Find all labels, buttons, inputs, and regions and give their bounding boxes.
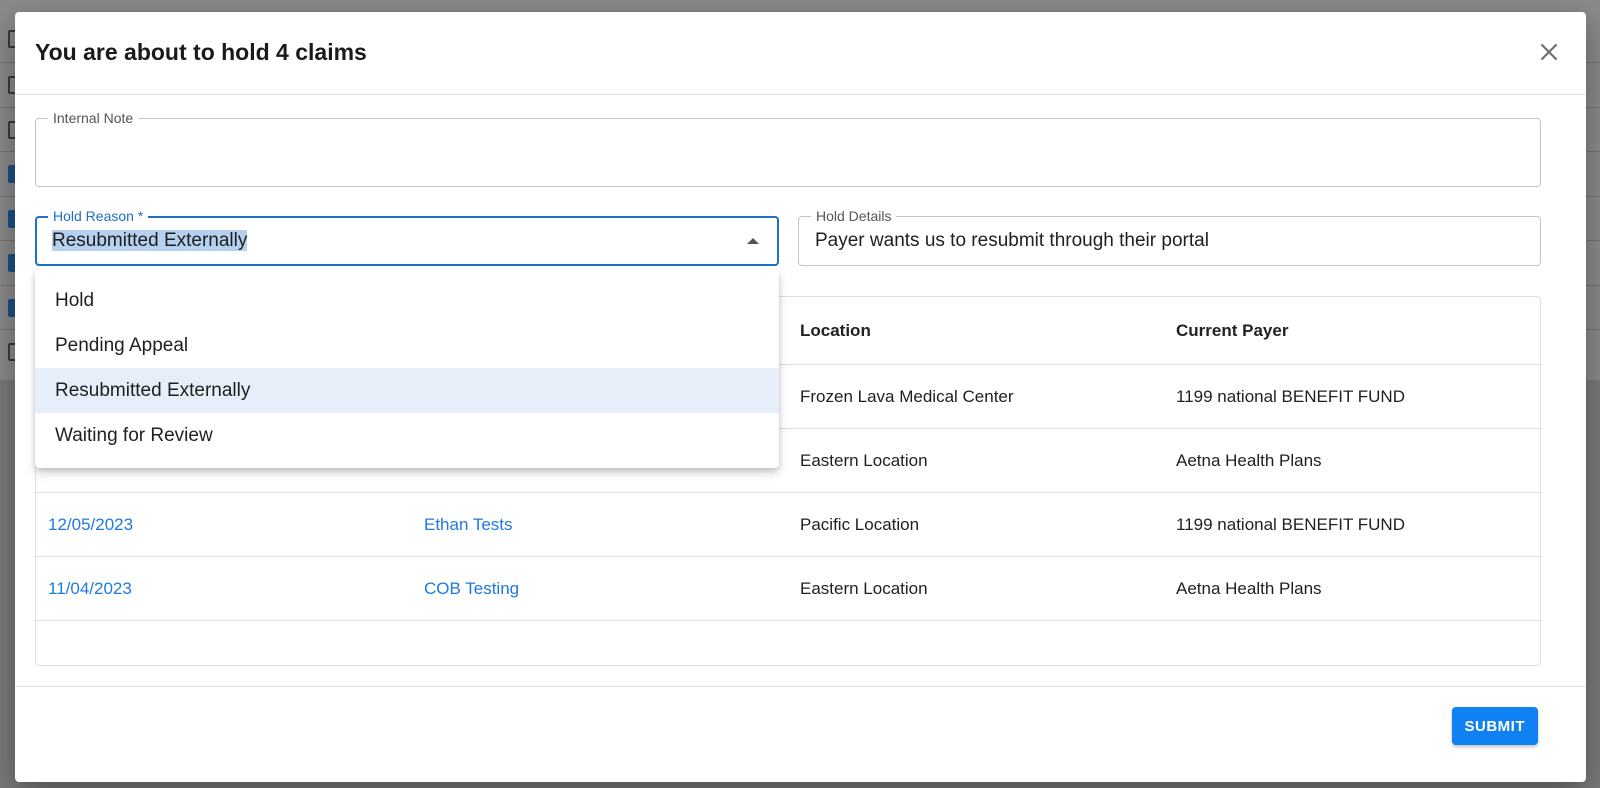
location-cell: Frozen Lava Medical Center (800, 387, 1014, 406)
hold-details-value: Payer wants us to resubmit through their… (815, 230, 1209, 251)
hold-claims-dialog: You are about to hold 4 claims Internal … (15, 12, 1586, 782)
payer-cell: 1199 national BENEFIT FUND (1176, 387, 1405, 406)
table-row[interactable]: 11/04/2023 COB Testing Eastern Location … (36, 557, 1540, 621)
payer-cell: Aetna Health Plans (1176, 579, 1322, 598)
column-header-location: Location (800, 321, 871, 340)
close-button[interactable] (1536, 39, 1562, 65)
patient-link[interactable]: Ethan Tests (424, 493, 513, 557)
hold-reason-option-waiting-for-review[interactable]: Waiting for Review (35, 413, 779, 458)
hold-reason-value: Resubmitted Externally (52, 230, 248, 251)
table-row[interactable]: 12/05/2023 Ethan Tests Pacific Location … (36, 493, 1540, 557)
close-icon (1540, 43, 1558, 61)
internal-note-field[interactable]: Internal Note (35, 110, 1541, 187)
hold-reason-value-wrap: Resubmitted Externally (52, 230, 248, 252)
chevron-up-icon[interactable] (747, 238, 759, 244)
hold-details-label: Hold Details (811, 208, 897, 224)
hold-details-field[interactable]: Hold Details Payer wants us to resubmit … (798, 208, 1541, 266)
patient-link[interactable]: COB Testing (424, 557, 519, 621)
hold-reason-option-resubmitted-externally[interactable]: Resubmitted Externally (35, 368, 779, 413)
column-header-current-payer: Current Payer (1176, 321, 1289, 340)
payer-cell: Aetna Health Plans (1176, 451, 1322, 470)
claim-date-link[interactable]: 12/05/2023 (48, 493, 133, 557)
location-cell: Eastern Location (800, 579, 928, 598)
location-cell: Pacific Location (800, 515, 920, 534)
payer-cell: 1199 national BENEFIT FUND (1176, 515, 1405, 534)
dialog-header: You are about to hold 4 claims (15, 12, 1586, 95)
hold-reason-option-pending-appeal[interactable]: Pending Appeal (35, 323, 779, 368)
location-cell: Eastern Location (800, 451, 928, 470)
submit-button[interactable]: SUBMIT (1451, 707, 1538, 745)
hold-reason-option-hold[interactable]: Hold (35, 278, 779, 323)
hold-reason-select[interactable]: Hold Reason * Resubmitted Externally (35, 208, 779, 266)
hold-reason-label: Hold Reason * (48, 208, 149, 224)
dialog-title: You are about to hold 4 claims (35, 39, 367, 65)
claim-date-link[interactable]: 11/04/2023 (48, 557, 132, 621)
dialog-footer: SUBMIT (15, 686, 1586, 783)
hold-reason-dropdown: Hold Pending Appeal Resubmitted External… (35, 270, 779, 468)
internal-note-label: Internal Note (48, 110, 139, 126)
